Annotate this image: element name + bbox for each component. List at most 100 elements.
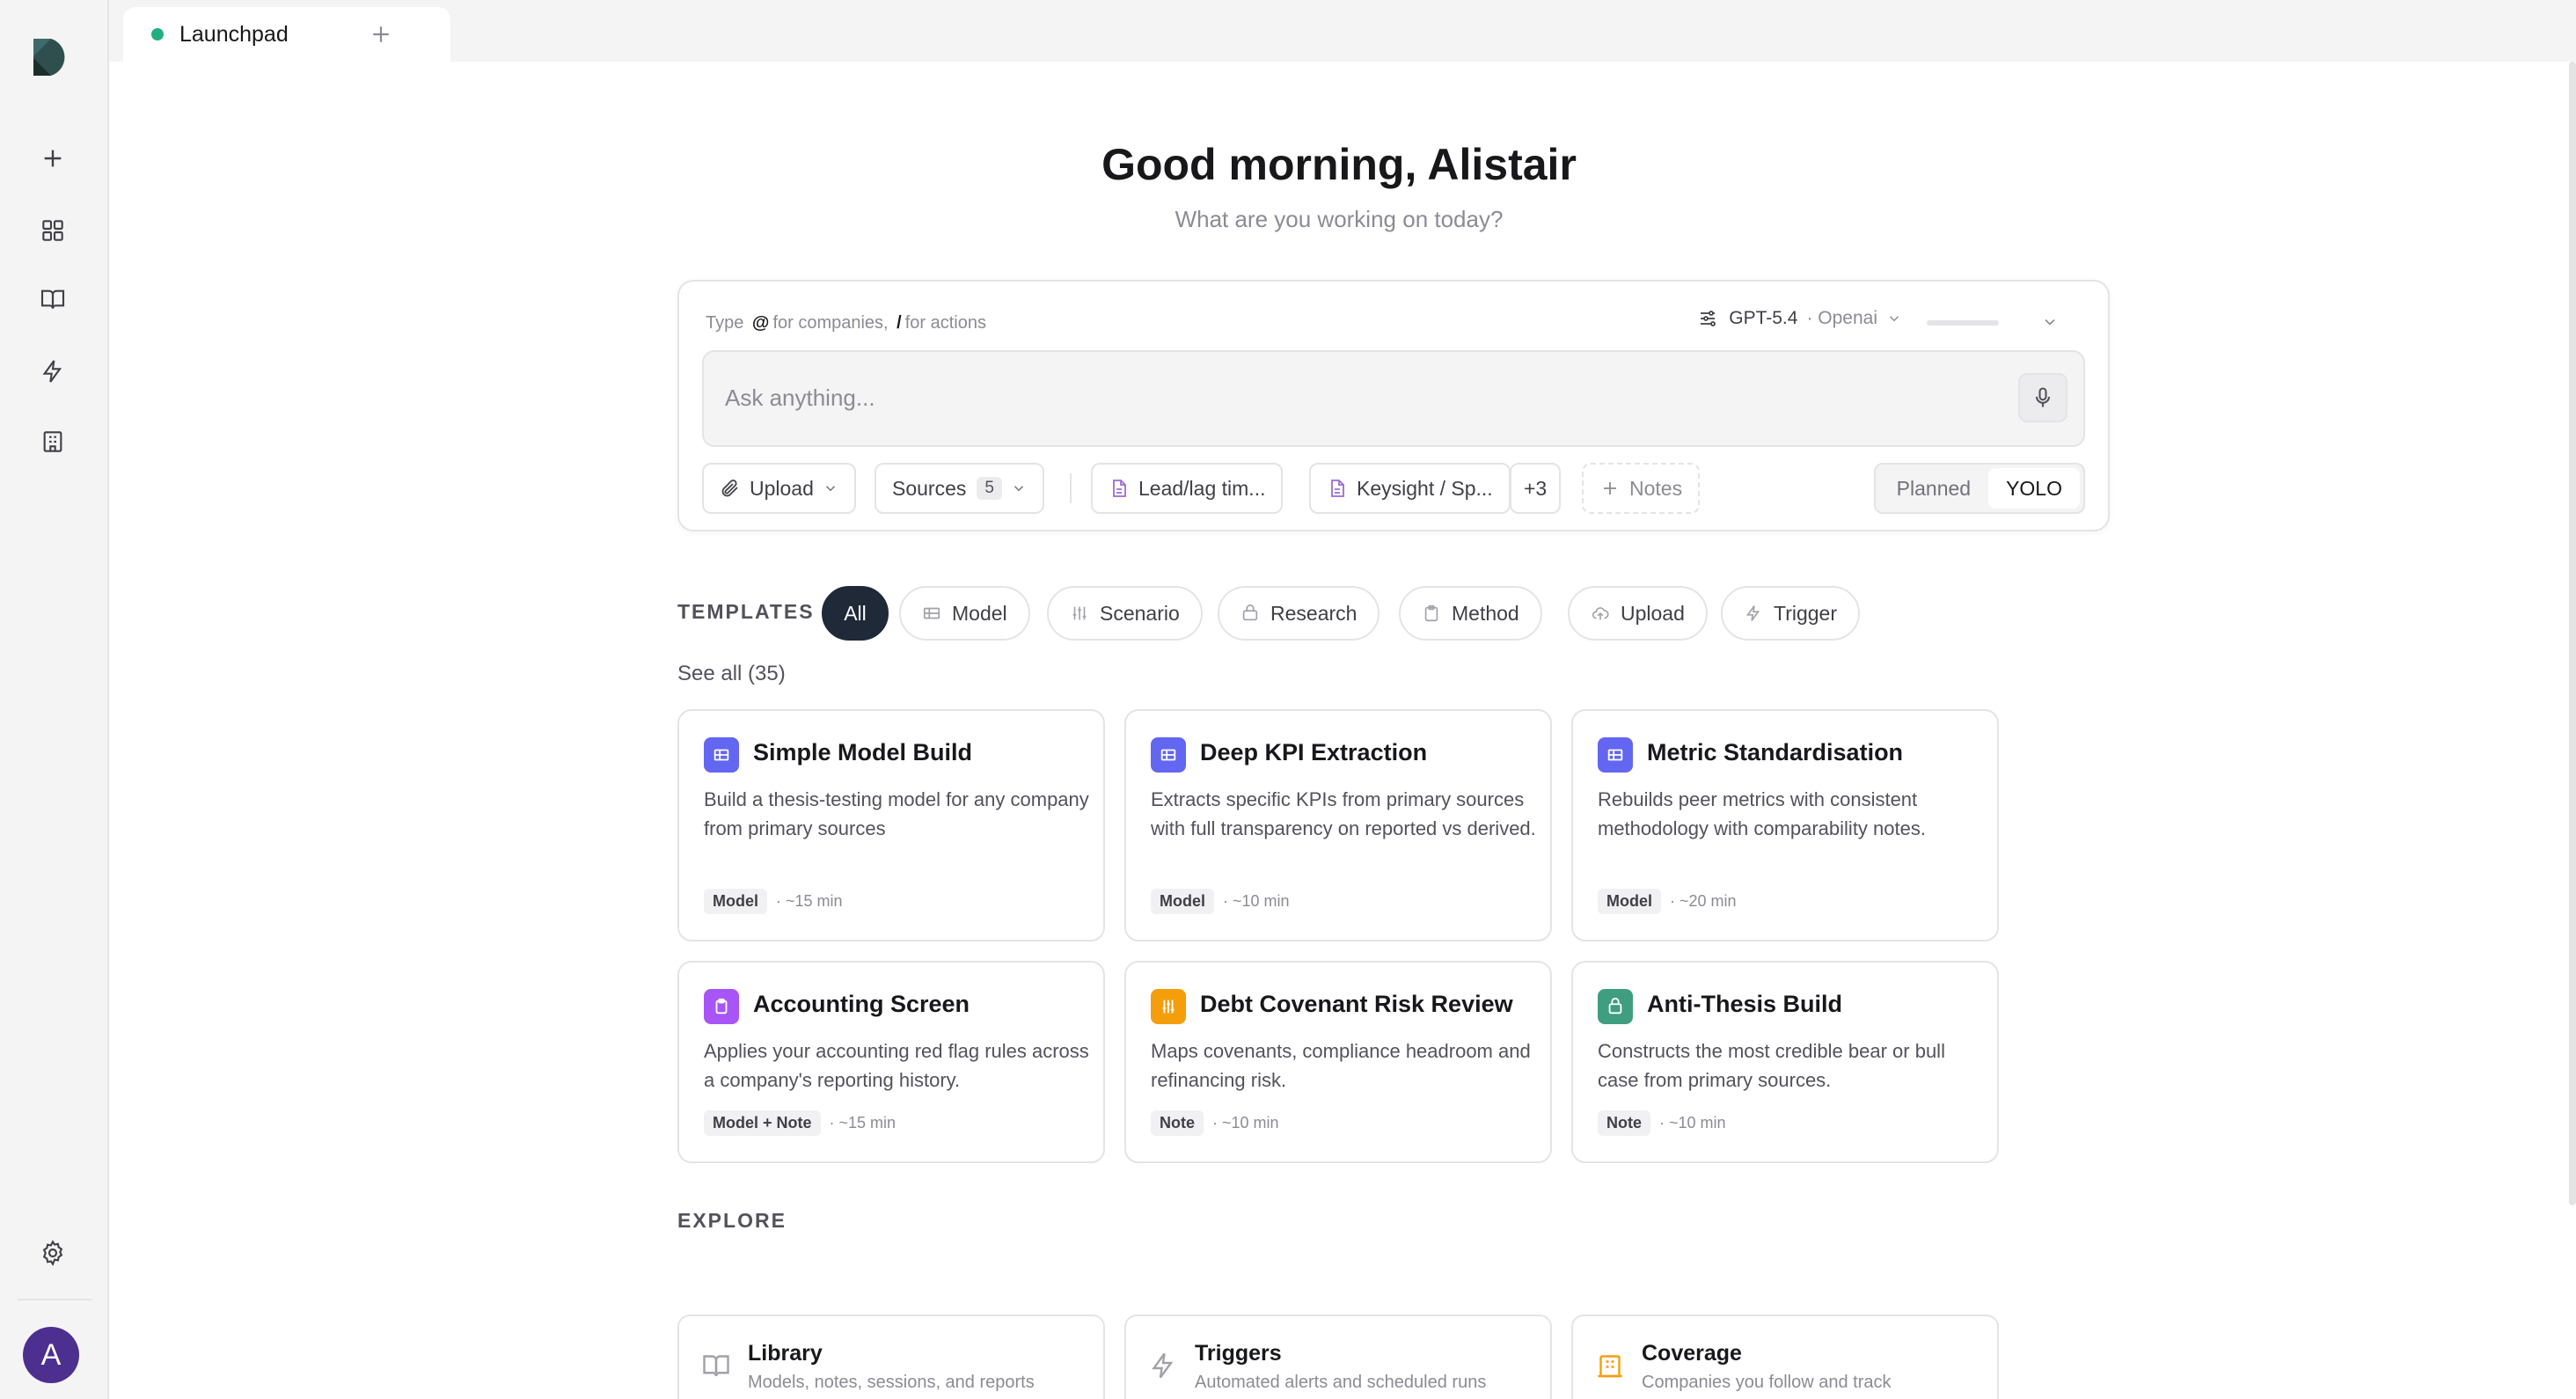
chevron-down-icon	[1014, 486, 1023, 492]
dashboard-button[interactable]	[32, 209, 74, 252]
card-meta: Model + Note · ~15 min	[704, 1110, 896, 1136]
template-card[interactable]: Anti-Thesis Build Constructs the most cr…	[1571, 961, 1999, 1163]
mode-yolo[interactable]: YOLO	[1988, 468, 2080, 509]
templates-label: TEMPLATES	[677, 600, 815, 623]
card-tag: Note	[1598, 1110, 1650, 1136]
page-title: Good morning, Alistair	[1101, 140, 1577, 189]
chevron-down-icon	[2045, 319, 2055, 326]
card-title: Simple Model Build	[753, 739, 973, 765]
book-open-icon	[700, 1350, 732, 1381]
card-desc: Build a thesis-testing model for any com…	[704, 788, 1089, 839]
grid-icon	[42, 220, 63, 241]
card-desc: Constructs the most credible bear or bul…	[1598, 1040, 1945, 1091]
main-content: Good morning, Alistair What are you work…	[109, 62, 2569, 1399]
composer: Type @ for companies, / for actions GPT-5.…	[677, 280, 2110, 531]
notes-button[interactable]: Notes	[1582, 463, 1701, 514]
more-attachments-button[interactable]: +3	[1510, 463, 1562, 514]
card-title: Anti-Thesis Build	[1647, 991, 1842, 1017]
model-name: GPT-5.4	[1729, 308, 1798, 328]
card-desc: Rebuilds peer metrics with consistent me…	[1598, 788, 1926, 839]
scrollbar-thumb[interactable]	[2569, 62, 2576, 1205]
new-tab-button[interactable]	[361, 14, 401, 55]
card-tag: Model	[704, 889, 767, 914]
triggers-button[interactable]	[32, 350, 74, 392]
mic-button[interactable]	[2018, 373, 2067, 422]
filter-model[interactable]: Model	[899, 586, 1030, 641]
explore-coverage[interactable]: Coverage Companies you follow and track	[1571, 1315, 1999, 1399]
chevron-down-icon	[825, 486, 835, 492]
filter-scenario[interactable]: Scenario	[1047, 586, 1203, 641]
toolbar-divider	[1070, 473, 1072, 503]
briefcase-icon	[1598, 989, 1633, 1024]
upload-button[interactable]: Upload	[702, 463, 856, 514]
sources-button[interactable]: Sources 5	[875, 463, 1044, 514]
ask-box	[702, 350, 2085, 447]
filter-research[interactable]: Research	[1218, 586, 1380, 641]
template-card[interactable]: Accounting Screen Applies your accountin…	[677, 961, 1105, 1163]
template-card[interactable]: Debt Covenant Risk Review Maps covenants…	[1124, 961, 1552, 1163]
page-subtitle: What are you working on today?	[1175, 206, 1504, 232]
microphone-icon	[2035, 387, 2051, 407]
gear-icon	[42, 1240, 63, 1266]
tab-launchpad[interactable]: Launchpad	[123, 7, 450, 62]
composer-toolbar: Upload Sources 5 Lead/lag tim... Keysigh…	[702, 463, 2085, 514]
template-card[interactable]: Simple Model Build Build a thesis-testin…	[677, 709, 1105, 941]
cloud-upload-icon	[1592, 607, 1609, 620]
see-all-link[interactable]: See all (35)	[677, 662, 786, 686]
library-button[interactable]	[32, 278, 74, 320]
table-icon	[704, 737, 739, 773]
effort-selector[interactable]	[1927, 310, 2059, 336]
template-card[interactable]: Metric Standardisation Rebuilds peer met…	[1571, 709, 1999, 941]
mode-toggle: Planned YOLO	[1873, 463, 2085, 514]
explore-library[interactable]: Library Models, notes, sessions, and rep…	[677, 1315, 1105, 1399]
table-icon	[923, 607, 940, 619]
explore-desc: Models, notes, sessions, and reports	[748, 1373, 1035, 1392]
settings-button[interactable]	[32, 1232, 74, 1274]
card-title: Metric Standardisation	[1647, 739, 1904, 765]
filter-trigger[interactable]: Trigger	[1721, 586, 1860, 641]
table-icon	[1598, 737, 1633, 773]
ask-input[interactable]	[725, 378, 1957, 417]
clipboard-icon	[1424, 604, 1438, 622]
avatar[interactable]: A	[23, 1327, 79, 1383]
model-selector[interactable]: GPT-5.4 · Openai	[1697, 308, 1913, 329]
card-desc: Extracts specific KPIs from primary sour…	[1151, 788, 1536, 839]
sources-count: 5	[977, 477, 1002, 500]
mode-planned[interactable]: Planned	[1879, 468, 1988, 509]
card-desc: Applies your accounting red flag rules a…	[704, 1040, 1089, 1091]
clipboard-icon	[704, 989, 739, 1024]
explore-title: Triggers	[1195, 1341, 1282, 1366]
lightning-icon	[1147, 1350, 1179, 1381]
coverage-button[interactable]	[32, 421, 74, 463]
attachment-chip[interactable]: Keysight / Sp...	[1309, 463, 1511, 514]
composer-hint: Type @ for companies, / for actions	[706, 313, 986, 333]
scrollbar[interactable]	[2569, 62, 2576, 1399]
card-meta: Model · ~10 min	[1151, 889, 1290, 914]
template-card[interactable]: Deep KPI Extraction Extracts specific KP…	[1124, 709, 1552, 941]
sliders-icon	[1701, 311, 1716, 326]
left-rail: A	[0, 0, 109, 1399]
building-icon	[1594, 1350, 1626, 1381]
tab-label: Launchpad	[179, 21, 289, 47]
book-open-icon	[40, 289, 65, 309]
card-meta: Note · ~10 min	[1598, 1110, 1726, 1136]
card-meta: Model · ~20 min	[1598, 889, 1737, 914]
status-dot	[151, 28, 164, 40]
tab-bar: Launchpad	[109, 0, 2576, 62]
card-tag: Model	[1598, 889, 1661, 914]
lightning-icon	[42, 360, 62, 383]
filter-all[interactable]: All	[822, 586, 889, 641]
explore-title: Library	[748, 1341, 823, 1366]
plus-icon	[44, 150, 62, 167]
explore-triggers[interactable]: Triggers Automated alerts and scheduled …	[1124, 1315, 1552, 1399]
card-title: Accounting Screen	[753, 991, 970, 1017]
attachment-chip[interactable]: Lead/lag tim...	[1091, 463, 1284, 514]
new-button[interactable]	[32, 137, 74, 179]
card-tag: Model	[1151, 889, 1214, 914]
filter-method[interactable]: Method	[1399, 586, 1542, 641]
filter-upload[interactable]: Upload	[1568, 586, 1708, 641]
explore-title: Coverage	[1642, 1341, 1742, 1366]
card-tag: Note	[1151, 1110, 1204, 1136]
app-logo[interactable]	[30, 35, 74, 79]
card-title: Debt Covenant Risk Review	[1200, 991, 1513, 1017]
